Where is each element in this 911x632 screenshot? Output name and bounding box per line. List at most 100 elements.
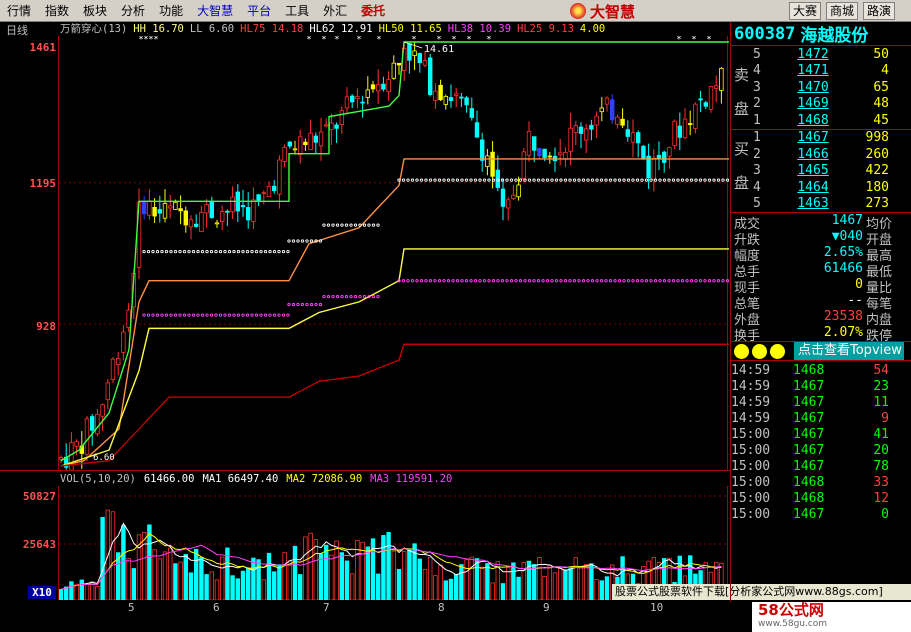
buy-price[interactable]: 1467 [781,130,845,145]
indicator-param: 4.00 [579,23,606,35]
level-dot [281,313,286,317]
volume-bar [69,581,74,601]
candle-body [188,219,194,228]
menu-item-function[interactable]: 功能 [152,0,190,22]
level-dot [296,302,300,307]
volume-bar [599,580,604,601]
level-dot [358,223,362,227]
level-dot [169,249,173,254]
buy-price[interactable]: 1466 [781,147,845,162]
buy-row[interactable]: 3 1465 422 [731,163,911,180]
level-dot [214,313,218,317]
buy-row[interactable]: 2 1466 260 [731,146,911,163]
volume-bar [261,579,266,601]
level-dot [523,178,527,182]
topview-button[interactable]: 点击查看Topview [794,342,904,360]
level-dot [309,302,314,307]
level-dot [721,279,725,283]
level-dot [721,178,725,182]
sell-price[interactable]: 1468 [781,113,845,128]
sell-price[interactable]: 1469 [781,96,845,111]
circle-icon[interactable] [734,343,749,359]
buy-row[interactable]: 5 1463 273 [731,196,911,213]
tick-row: 14:59 1467 11 [731,395,911,411]
level-dot [218,249,223,254]
level-dot [286,313,290,317]
menu-item-dzh[interactable]: 大智慧 [190,0,240,22]
sell-row[interactable]: 2 1469 48 [731,96,911,113]
level-dot [577,279,581,283]
level-dot [326,223,331,227]
menu-item-forex[interactable]: 外汇 [316,0,354,22]
stock-header[interactable]: 600387 海越股份 [731,22,911,46]
buy-price[interactable]: 1464 [781,180,845,195]
volume-bar [188,572,194,601]
buy-row[interactable]: 4 1464 180 [731,179,911,196]
volume-bar [407,548,412,601]
menu-item-tools[interactable]: 工具 [278,0,316,22]
quote-row: 总笔 -- 每笔 [731,293,911,312]
level-dot [689,279,694,283]
menu-item-platform[interactable]: 平台 [240,0,278,22]
level-dot [622,279,626,283]
level-dot [419,279,424,283]
period-label[interactable]: 日线 [6,22,28,38]
level-dot [725,178,730,182]
circle-icon[interactable] [770,343,785,359]
sell-row[interactable]: 5 1472 50 [731,46,911,63]
quote-stats: 成交 1467 均价 升跌 ▼040 开盘 幅度 2.65% 最高 总手 61466 最低 现手 0 量比总… [731,213,911,344]
level-dot [442,279,446,283]
circle-icon[interactable] [752,343,767,359]
volume-chart-area[interactable] [58,486,729,601]
volume-bar [573,557,578,601]
sell-price[interactable]: 1470 [781,80,845,95]
tick-volume: 0 [881,507,889,522]
candle-body [469,108,474,118]
sell-price[interactable]: 1471 [781,63,845,78]
volume-bar [505,567,511,601]
candle-body [313,135,318,143]
tick-time: 15:00 [731,427,771,442]
candle-body [620,118,625,126]
buy-price[interactable]: 1465 [781,163,845,178]
kline-chart-area[interactable]: * * * * * * * * * * * * * * * * * 14.61 6.60 [58,35,730,477]
contest-button[interactable]: 大赛 [789,2,822,20]
tick-price: 1468 [793,491,825,506]
menu-item-market[interactable]: 行情 [0,0,38,22]
mall-button[interactable]: 商城 [826,2,859,20]
roadshow-button[interactable]: 路演 [863,2,896,20]
candle-body [69,442,74,471]
candle-body [126,309,131,328]
menu-item-analysis[interactable]: 分析 [114,0,152,22]
volume-bar [277,564,282,601]
candle-body [323,124,329,127]
level-dot [401,178,406,182]
level-dot [268,313,272,317]
tick-volume: 33 [873,475,889,490]
candle-body [89,416,95,431]
sell-row[interactable]: 1 1468 45 [731,112,911,129]
level-dot [410,178,415,182]
volume-bar [594,579,599,601]
menu-item-index[interactable]: 指数 [38,0,76,22]
buy-row[interactable]: 1 1467 998 [731,130,911,147]
level-dot [509,178,514,182]
level-dot [473,279,478,283]
level-dot [590,279,595,283]
hl62-dots [142,249,290,254]
volume-bar [251,557,256,601]
tick-row: 15:00 1468 12 [731,491,911,507]
sell-row[interactable]: 3 1470 65 [731,79,911,96]
level-dot [272,313,277,317]
level-dot [545,178,550,182]
level-dot [572,178,577,182]
tick-price: 1467 [793,379,825,394]
buy-price[interactable]: 1463 [781,196,845,211]
menu-item-trade[interactable]: 委托 [354,0,392,22]
quote-row: 升跌 ▼040 开盘 [731,229,911,248]
candle-body [308,132,313,150]
level-dot [205,313,209,317]
menu-item-sector[interactable]: 板块 [76,0,114,22]
sell-price[interactable]: 1472 [781,47,845,62]
sell-row[interactable]: 4 1471 4 [731,63,911,80]
